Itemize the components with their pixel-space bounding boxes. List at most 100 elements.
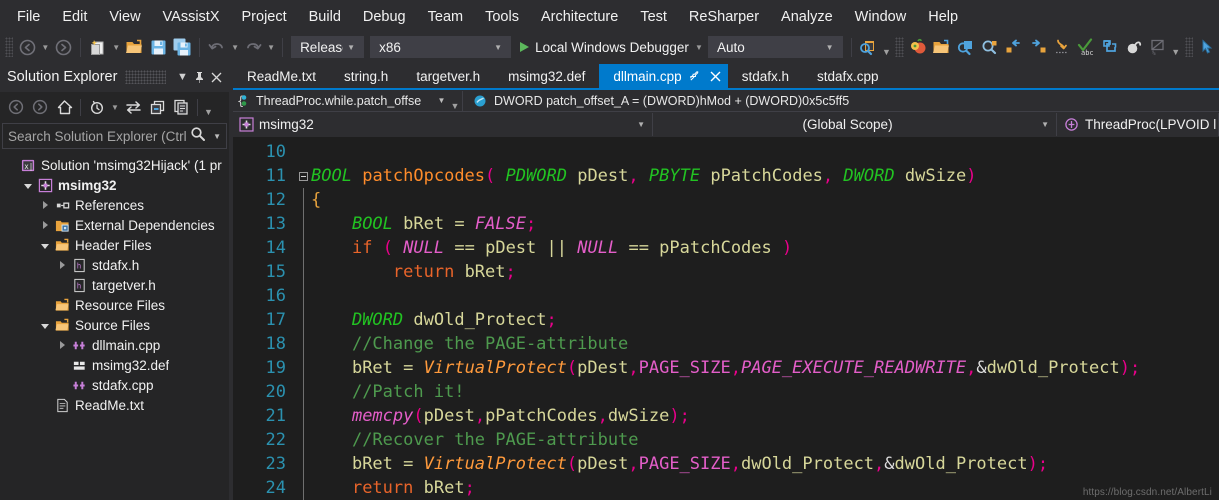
code-line[interactable]: BOOL patchOpcodes( PDWORD pDest, PBYTE p… — [311, 164, 1203, 188]
editor-tab-dllmain-cpp[interactable]: dllmain.cpp — [599, 64, 728, 88]
new-item-icon[interactable] — [86, 36, 110, 59]
tree-item[interactable]: h stdafx.h — [0, 255, 229, 275]
toolbar-overflow-button[interactable]: ▼ — [880, 36, 892, 59]
vassistx-context-field[interactable]: { ThreadProc.while.patch_offse ▼ — [233, 93, 448, 109]
pending-changes-dropdown[interactable]: ▼ — [109, 96, 121, 119]
search-icon[interactable] — [188, 126, 208, 147]
tree-item[interactable]: h targetver.h — [0, 275, 229, 295]
open-folder-icon[interactable] — [930, 36, 954, 59]
code-line[interactable]: DWORD dwOld_Protect; — [311, 308, 1203, 332]
find-in-files-icon[interactable] — [856, 36, 880, 59]
sync-with-active-document-icon[interactable] — [121, 96, 145, 119]
show-all-files-icon[interactable] — [169, 96, 193, 119]
toolbar-grip[interactable] — [1184, 37, 1193, 57]
solution-tree[interactable]: x| Solution 'msimg32Hijack' (1 pr msimg32 R… — [0, 152, 229, 500]
back-icon[interactable] — [4, 96, 28, 119]
search-solution-explorer-input[interactable]: Search Solution Explorer (Ctrl ▼ — [2, 123, 227, 149]
scroll-margin[interactable] — [1203, 137, 1219, 500]
tree-item[interactable]: External Dependencies — [0, 215, 229, 235]
editor-tab-string-h[interactable]: string.h — [330, 64, 402, 88]
code-line[interactable]: return bRet; — [311, 476, 1203, 500]
menu-item-help[interactable]: Help — [917, 4, 969, 30]
panel-drag-grip[interactable] — [125, 70, 166, 84]
project-scope-combo[interactable]: msimg32 ▼ — [233, 113, 653, 136]
menu-item-test[interactable]: Test — [629, 4, 678, 30]
collapse-all-icon[interactable] — [145, 96, 169, 119]
solution-platform-combo[interactable]: x86 ▼ — [370, 36, 512, 58]
toggle-icon[interactable]: % — [1146, 36, 1170, 59]
function-scope-combo[interactable]: ThreadProc(LPVOID l — [1057, 113, 1219, 136]
code-line[interactable] — [311, 284, 1203, 308]
solution-toolbar-overflow[interactable]: ▼ — [202, 96, 215, 119]
step-back-icon[interactable] — [1002, 36, 1026, 59]
fold-toggle-icon[interactable] — [295, 164, 311, 188]
close-icon[interactable] — [208, 67, 225, 87]
tree-item[interactable]: x| Solution 'msimg32Hijack' (1 pr — [0, 155, 229, 175]
tree-item[interactable]: Source Files — [0, 315, 229, 335]
debug-target-dropdown[interactable]: ▼ — [693, 36, 705, 59]
chevron-right-icon[interactable] — [37, 217, 53, 233]
menu-item-debug[interactable]: Debug — [352, 4, 417, 30]
navigate-back-dropdown[interactable]: ▼ — [39, 36, 51, 59]
menu-item-resharper[interactable]: ReSharper — [678, 4, 770, 30]
start-debug-button[interactable]: Local Windows Debugger — [514, 36, 693, 59]
code-editor[interactable]: 1011121314151617181920212223242526 BOOL … — [233, 137, 1219, 500]
spellcheck-icon[interactable]: abc — [1074, 36, 1098, 59]
member-scope-combo[interactable]: (Global Scope) ▼ — [653, 113, 1057, 136]
goto-icon[interactable] — [1050, 36, 1074, 59]
chevron-down-icon[interactable]: ▼ — [174, 67, 191, 87]
code-line[interactable]: return bRet; — [311, 260, 1203, 284]
step-forward-icon[interactable] — [1026, 36, 1050, 59]
navigate-forward-icon[interactable] — [51, 36, 75, 59]
chevron-right-icon[interactable] — [37, 197, 53, 213]
code-line[interactable]: //Change the PAGE-attribute — [311, 332, 1203, 356]
chevron-right-icon[interactable] — [54, 257, 70, 273]
code-line[interactable]: bRet = VirtualProtect(pDest,PAGE_SIZE,dw… — [311, 452, 1203, 476]
code-line[interactable]: bRet = VirtualProtect(pDest,PAGE_SIZE,PA… — [311, 356, 1203, 380]
menu-item-window[interactable]: Window — [844, 4, 918, 30]
cursor-icon[interactable] — [1195, 36, 1219, 59]
tree-item[interactable]: Resource Files — [0, 295, 229, 315]
debug-mode-combo[interactable]: Auto ▼ — [707, 36, 843, 58]
undo-icon[interactable] — [205, 36, 229, 59]
chevron-down-icon[interactable]: ▼ — [1036, 120, 1056, 129]
menu-item-view[interactable]: View — [98, 4, 151, 30]
tree-item[interactable]: Header Files — [0, 235, 229, 255]
code-text[interactable]: BOOL patchOpcodes( PDWORD pDest, PBYTE p… — [311, 137, 1203, 500]
vassistx-definition-field[interactable]: DWORD patch_offset_A = (DWORD)hMod + (DW… — [463, 94, 1219, 108]
code-line[interactable]: memcpy(pDest,pPatchCodes,dwSize); — [311, 404, 1203, 428]
quick-find-icon[interactable] — [978, 36, 1002, 59]
chevron-down-icon[interactable]: ▼ — [632, 120, 652, 129]
toolbar-overflow-button[interactable]: ▼ — [1170, 36, 1182, 59]
chevron-down-icon[interactable]: ▼ — [435, 96, 448, 105]
resharper-icon[interactable] — [906, 36, 930, 59]
undo-dropdown[interactable]: ▼ — [229, 36, 241, 59]
menu-item-tools[interactable]: Tools — [474, 4, 530, 30]
tree-item[interactable]: ReadMe.txt — [0, 395, 229, 415]
editor-tab-targetver-h[interactable]: targetver.h — [402, 64, 494, 88]
pin-tab-icon[interactable] — [686, 67, 703, 85]
code-line[interactable]: { — [311, 188, 1203, 212]
chevron-down-icon[interactable] — [37, 317, 53, 333]
code-line[interactable]: //Patch it! — [311, 380, 1203, 404]
new-item-dropdown[interactable]: ▼ — [110, 36, 122, 59]
code-line[interactable] — [311, 140, 1203, 164]
extract-icon[interactable] — [1098, 36, 1122, 59]
tree-item[interactable]: stdafx.cpp — [0, 375, 229, 395]
forward-icon[interactable] — [28, 96, 52, 119]
editor-tab-stdafx-h[interactable]: stdafx.h — [728, 64, 803, 88]
toolbar-grip[interactable] — [895, 37, 904, 57]
editor-tab-msimg32-def[interactable]: msimg32.def — [494, 64, 599, 88]
toolbar-grip[interactable] — [5, 37, 14, 57]
menu-item-build[interactable]: Build — [298, 4, 352, 30]
bubble-icon[interactable] — [1122, 36, 1146, 59]
solution-configuration-combo[interactable]: Release ▼ — [291, 36, 365, 58]
pin-icon[interactable] — [191, 67, 208, 87]
home-icon[interactable] — [52, 96, 76, 119]
tree-item[interactable]: msimg32 — [0, 175, 229, 195]
code-line[interactable]: if ( NULL == pDest || NULL == pPatchCode… — [311, 236, 1203, 260]
redo-icon[interactable] — [241, 36, 265, 59]
menu-item-architecture[interactable]: Architecture — [530, 4, 629, 30]
redo-dropdown[interactable]: ▼ — [265, 36, 277, 59]
navigate-back-icon[interactable] — [15, 36, 39, 59]
